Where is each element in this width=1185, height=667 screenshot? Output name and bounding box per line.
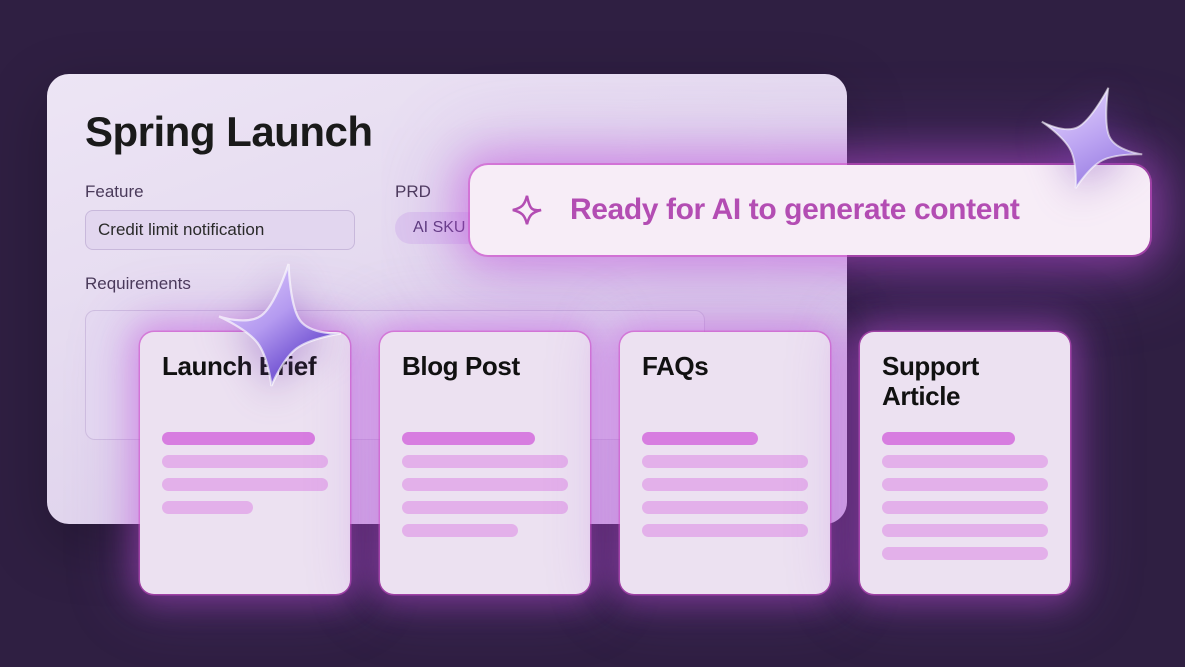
card-support-article[interactable]: Support Article <box>860 332 1070 594</box>
placeholder-line <box>882 455 1048 468</box>
card-title: Launch Brief <box>162 352 328 414</box>
card-title: FAQs <box>642 352 808 414</box>
placeholder-line <box>882 501 1048 514</box>
card-title: Blog Post <box>402 352 568 414</box>
ai-generate-text: Ready for AI to generate content <box>570 193 1020 227</box>
placeholder-line <box>882 547 1048 560</box>
placeholder-line <box>402 478 568 491</box>
placeholder-line <box>642 432 758 445</box>
placeholder-line <box>642 524 808 537</box>
placeholder-line <box>162 455 328 468</box>
ai-generate-bar[interactable]: Ready for AI to generate content <box>470 165 1150 255</box>
placeholder-line <box>642 455 808 468</box>
card-faqs[interactable]: FAQs <box>620 332 830 594</box>
feature-label: Feature <box>85 182 355 202</box>
placeholder-line <box>882 524 1048 537</box>
card-blog-post[interactable]: Blog Post <box>380 332 590 594</box>
placeholder-line <box>402 432 535 445</box>
placeholder-line <box>882 478 1048 491</box>
placeholder-line <box>402 455 568 468</box>
feature-field-group: Feature Credit limit notification <box>85 182 355 250</box>
placeholder-line <box>162 478 328 491</box>
requirements-label: Requirements <box>85 274 809 294</box>
placeholder-line <box>162 432 315 445</box>
document-cards: Launch Brief Blog Post FAQs Support Arti… <box>140 332 1070 594</box>
sparkle-icon <box>510 193 544 227</box>
card-title: Support Article <box>882 352 1048 414</box>
placeholder-line <box>642 478 808 491</box>
placeholder-line <box>402 501 568 514</box>
placeholder-line <box>402 524 518 537</box>
card-launch-brief[interactable]: Launch Brief <box>140 332 350 594</box>
placeholder-line <box>882 432 1015 445</box>
prd-value: AI SKU <box>413 219 465 237</box>
panel-title: Spring Launch <box>85 108 809 156</box>
placeholder-line <box>162 501 253 514</box>
feature-value: Credit limit notification <box>98 220 264 240</box>
feature-input[interactable]: Credit limit notification <box>85 210 355 250</box>
placeholder-line <box>642 501 808 514</box>
